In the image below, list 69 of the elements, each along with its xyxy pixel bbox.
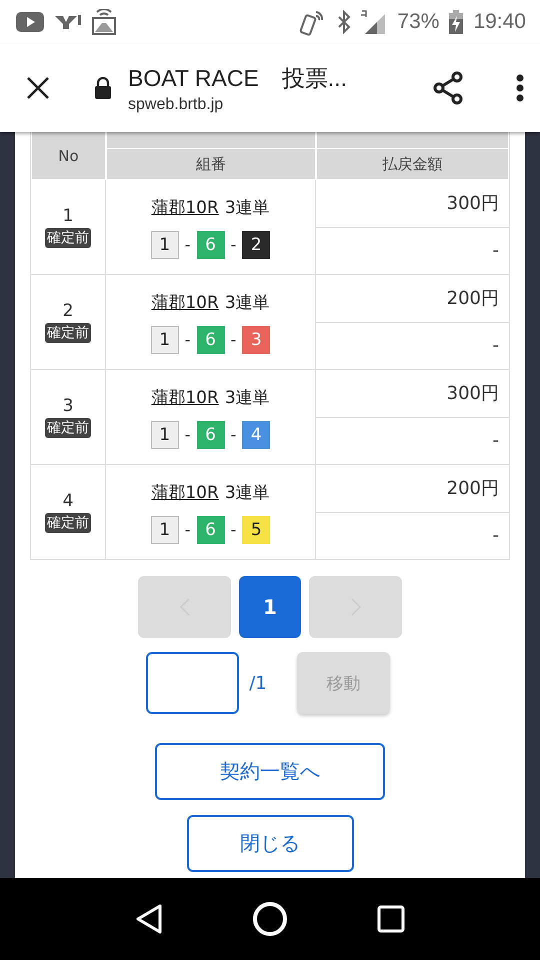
cell-signal-icon <box>361 10 388 34</box>
race-link[interactable]: 蒲郡10R <box>151 386 219 408</box>
boat-number: 2 <box>242 230 270 258</box>
purchase-amount: 200円 <box>316 465 509 512</box>
row-number: 4 <box>62 491 74 511</box>
page-url: spweb.brtb.jp <box>128 96 224 114</box>
dash-separator: - <box>230 330 236 349</box>
close-icon[interactable] <box>26 76 50 100</box>
close-button[interactable]: 閉じる <box>186 815 354 872</box>
boat-number: 5 <box>242 516 270 544</box>
battery-charging-icon <box>449 10 464 34</box>
dash-separator: - <box>230 520 236 539</box>
lock-icon <box>94 77 112 99</box>
back-icon[interactable] <box>134 904 163 934</box>
boat-number: 6 <box>196 230 224 258</box>
share-icon[interactable] <box>432 71 464 105</box>
row-number: 3 <box>62 396 74 416</box>
boat-number: 6 <box>196 420 224 448</box>
purchase-amount: 300円 <box>316 370 509 418</box>
boat-number: 1 <box>150 230 179 258</box>
race-link[interactable]: 蒲郡10R <box>151 480 219 504</box>
status-badge: 確定前 <box>45 323 91 343</box>
row-number: 1 <box>62 206 74 226</box>
purchase-amount: 300円 <box>316 180 509 228</box>
status-badge: 確定前 <box>45 513 91 533</box>
bet-type: 3連単 <box>224 482 270 504</box>
dash-separator: - <box>230 235 236 254</box>
contract-list-button[interactable]: 契約一覧へ <box>155 743 385 800</box>
page-button[interactable]: 1 <box>239 576 301 638</box>
boat-number: 6 <box>196 516 224 544</box>
column-header: 組番 <box>106 149 316 180</box>
status-badge: 確定前 <box>45 228 91 248</box>
column-header: 払戻金額 <box>316 149 509 180</box>
payout-amount: - <box>316 418 509 465</box>
page-input-field[interactable] <box>146 652 240 714</box>
bluetooth-icon <box>337 10 352 34</box>
boat-number: 6 <box>196 326 224 354</box>
boat-number: 1 <box>150 516 179 544</box>
boat-number: 1 <box>150 326 179 354</box>
recents-icon[interactable] <box>377 905 406 933</box>
dash-separator: - <box>230 425 236 444</box>
payout-amount: - <box>316 322 509 370</box>
race-link[interactable]: 蒲郡10R <box>151 196 219 218</box>
app-logo-icon <box>54 13 82 31</box>
bet-type: 3連単 <box>224 292 270 314</box>
payout-amount: - <box>316 512 509 560</box>
bet-type: 3連単 <box>224 386 270 408</box>
dash-separator: - <box>184 235 190 254</box>
bet-type: 3連単 <box>224 196 270 218</box>
battery-percent: 73% <box>397 10 440 34</box>
page-total: /1 <box>249 672 267 694</box>
boat-number: 3 <box>242 326 270 354</box>
more-menu-icon[interactable] <box>516 74 524 102</box>
race-link[interactable]: 蒲郡10R <box>151 290 219 314</box>
page-title: BOAT RACE 投票... <box>128 64 348 92</box>
status-badge: 確定前 <box>45 418 91 438</box>
dash-separator: - <box>184 330 190 349</box>
video-app-icon <box>16 12 44 32</box>
road-signal-icon <box>92 9 116 35</box>
dash-separator: - <box>184 520 190 539</box>
payout-amount: - <box>316 228 509 275</box>
clock-time: 19:40 <box>473 10 526 34</box>
row-number: 2 <box>62 301 74 321</box>
boat-number: 1 <box>150 420 179 448</box>
home-icon[interactable] <box>252 901 288 937</box>
boat-number: 4 <box>242 420 270 448</box>
column-header: No <box>31 132 106 180</box>
dash-separator: - <box>184 425 190 444</box>
purchase-amount: 200円 <box>316 275 509 322</box>
